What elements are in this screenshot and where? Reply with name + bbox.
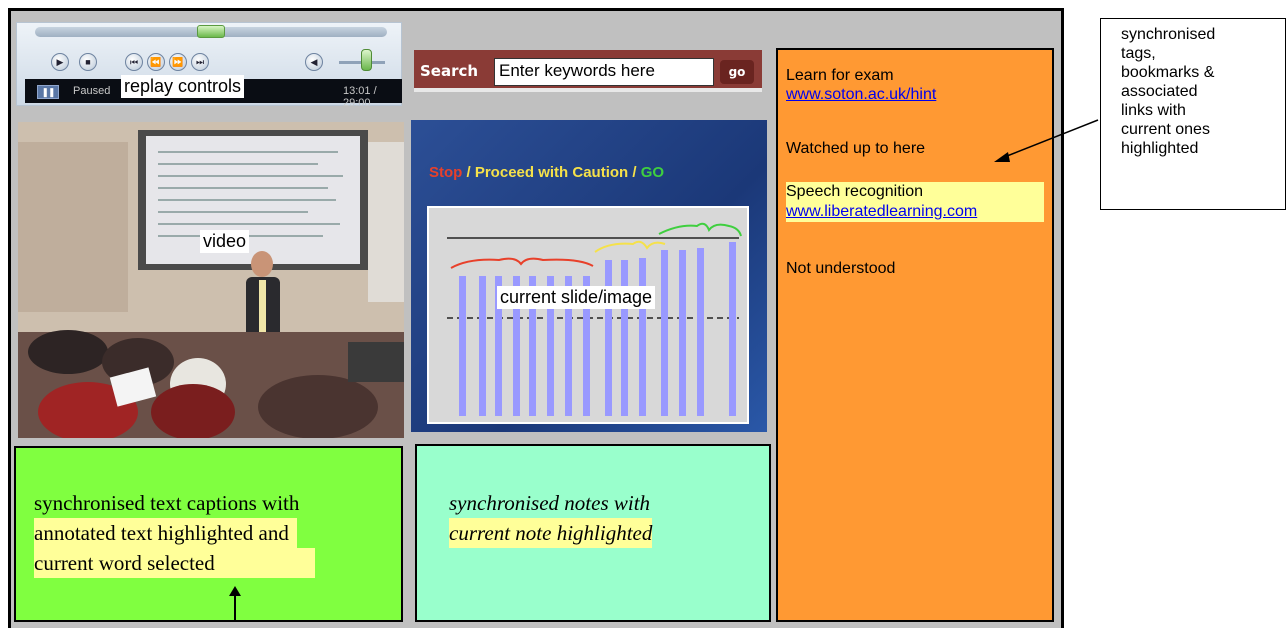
callout-line: tags, [1121, 45, 1156, 62]
tag-item[interactable]: Learn for exam www.soton.ac.uk/hint [786, 66, 936, 104]
note-line: synchronised notes with [449, 491, 651, 515]
slide-title-caution: Proceed with Caution [474, 164, 629, 181]
volume-slider[interactable] [361, 49, 372, 71]
mute-icon[interactable]: ◀ [305, 53, 323, 71]
note-line-highlighted: current note highlighted [449, 518, 653, 548]
callout-line: highlighted [1121, 140, 1199, 157]
caption-line-highlighted: current word selected [34, 548, 315, 578]
slide-title: Stop / Proceed with Caution / GO [429, 164, 664, 181]
slide-panel: Stop / Proceed with Caution / GO current… [411, 120, 767, 432]
search-label: Search [420, 62, 479, 80]
stop-icon[interactable]: ■ [79, 53, 97, 71]
tag-item-highlighted[interactable]: Speech recognition www.liberatedlearning… [786, 182, 1044, 222]
play-icon[interactable]: ▶ [51, 53, 69, 71]
previous-icon[interactable]: ⏮ [125, 53, 143, 71]
go-button[interactable]: go [720, 60, 754, 84]
arrow-up-icon [229, 586, 241, 622]
player-time: 13:01 / 29:00 [343, 85, 377, 109]
slide-title-separator-2: / [628, 164, 641, 181]
tag-link[interactable]: www.soton.ac.uk/hint [786, 85, 936, 104]
tag-text: Learn for exam [786, 67, 894, 84]
slide-title-separator: / [462, 164, 475, 181]
callout-line: synchronised [1121, 26, 1216, 43]
search-bar: Search Enter keywords here go [414, 50, 762, 92]
slide-title-stop: Stop [429, 164, 463, 181]
callout-line: bookmarks & [1121, 64, 1215, 81]
replay-controls-label: replay controls [121, 75, 245, 98]
callout-box: synchronised tags, bookmarks & associate… [1100, 18, 1286, 210]
pause-icon[interactable]: ❚❚ [37, 85, 59, 99]
video-panel[interactable]: video [18, 122, 404, 438]
media-player: ▶ ■ ⏮ ⏪ ⏩ ⏭ ◀ ❚❚ Paused 13:01 / 29:00 re… [16, 22, 402, 109]
notes-panel: synchronised notes with current note hig… [415, 444, 771, 622]
tag-text: Not understood [786, 260, 896, 277]
rewind-icon[interactable]: ⏪ [147, 53, 165, 71]
caption-text: synchronised text captions with annotate… [34, 488, 394, 578]
tag-item[interactable]: Watched up to here [786, 140, 925, 158]
lecture-video-image [18, 122, 404, 438]
caption-line-highlighted: annotated text highlighted and [34, 518, 297, 548]
player-status: Paused [73, 85, 111, 97]
callout-line: links with [1121, 102, 1186, 119]
caption-line: synchronised text captions with [34, 491, 300, 515]
callout-arrow-icon [994, 119, 1099, 162]
next-icon[interactable]: ⏭ [191, 53, 209, 71]
callout-line: associated [1121, 83, 1198, 100]
seek-thumb[interactable] [197, 25, 225, 38]
tag-text: Speech recognition [786, 183, 923, 200]
callout-line: current ones [1121, 121, 1210, 138]
notes-text: synchronised notes with current note hig… [449, 488, 653, 548]
captions-panel: synchronised text captions with annotate… [14, 446, 403, 622]
slide-title-go: GO [640, 164, 665, 181]
search-input[interactable]: Enter keywords here [494, 58, 714, 86]
video-label: video [200, 230, 250, 253]
tag-item[interactable]: Not understood [786, 260, 895, 278]
slide-label: current slide/image [497, 286, 656, 309]
fast-forward-icon[interactable]: ⏩ [169, 53, 187, 71]
tag-link[interactable]: www.liberatedlearning.com [786, 202, 1044, 222]
tag-text: Watched up to here [786, 140, 926, 157]
slide-chart-image [427, 206, 749, 424]
